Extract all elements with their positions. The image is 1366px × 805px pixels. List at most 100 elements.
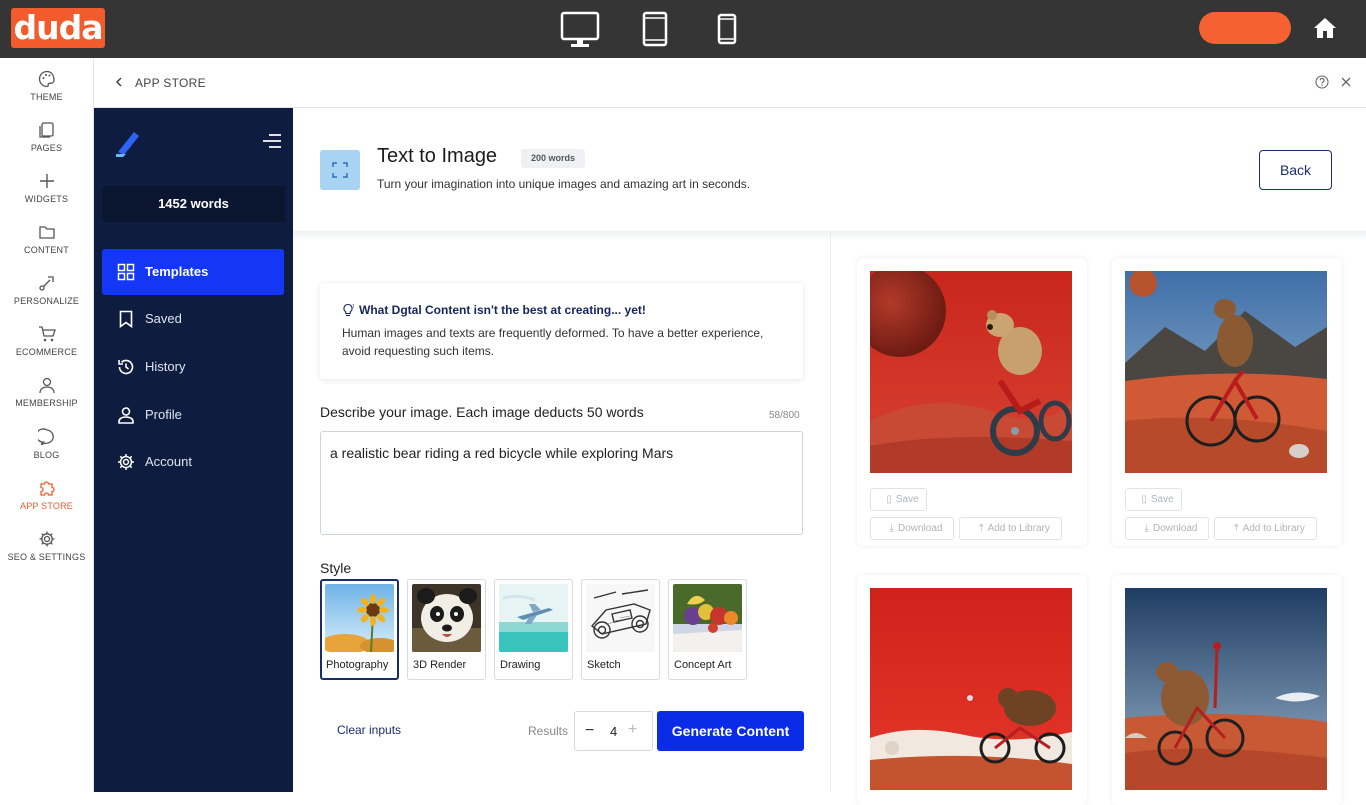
minus-icon[interactable]: − xyxy=(585,722,594,740)
back-button[interactable]: Back xyxy=(1259,150,1332,190)
add-library-label: Add to Library xyxy=(987,523,1050,534)
help-icon[interactable] xyxy=(1315,75,1329,89)
nav-account[interactable]: Account xyxy=(102,439,284,485)
user-icon xyxy=(38,377,55,394)
cost-badge: 200 words xyxy=(521,149,586,168)
clear-inputs-button[interactable]: Clear inputs xyxy=(337,723,401,737)
rail-item-personalize[interactable]: PERSONALIZE xyxy=(0,274,93,322)
add-to-library-button[interactable]: ⤒ Add to Library xyxy=(1214,517,1317,540)
rail-item-blog[interactable]: BLOG xyxy=(0,428,93,476)
rail-label: CONTENT xyxy=(24,245,69,255)
home-icon[interactable] xyxy=(1313,17,1337,39)
results-label: Results xyxy=(528,724,569,738)
results-value[interactable]: 4 xyxy=(610,724,617,739)
tablet-icon[interactable] xyxy=(642,11,668,47)
grid-icon xyxy=(117,263,135,281)
bookmark-icon: ▯ xyxy=(886,494,892,505)
duda-logo[interactable]: duda xyxy=(11,8,105,48)
chat-icon xyxy=(37,428,54,446)
cart-icon xyxy=(38,326,56,342)
mobile-icon[interactable] xyxy=(717,13,737,45)
rail-item-membership[interactable]: MEMBERSHIP xyxy=(0,376,93,424)
rail-item-widgets[interactable]: WIDGETS xyxy=(0,172,93,220)
folder-icon xyxy=(38,226,55,239)
style-label-text: Concept Art xyxy=(674,659,732,671)
rail-label: PAGES xyxy=(30,143,63,153)
concept-art-thumbnail xyxy=(673,584,742,652)
style-label-text: Sketch xyxy=(587,659,621,671)
history-icon xyxy=(118,359,134,375)
results-stepper[interactable]: − 4 + xyxy=(574,711,653,751)
result-image[interactable] xyxy=(870,588,1072,792)
chevron-left-icon[interactable] xyxy=(114,76,124,88)
result-image[interactable] xyxy=(1125,588,1327,792)
upload-icon: ⤒ xyxy=(979,523,984,534)
app-logo-icon xyxy=(116,132,139,157)
result-image[interactable] xyxy=(1125,271,1327,473)
nav-history[interactable]: History xyxy=(102,344,284,390)
download-icon: ⤓ xyxy=(1144,523,1149,534)
add-to-library-button[interactable]: ⤒ Add to Library xyxy=(959,517,1062,540)
gear-icon xyxy=(118,454,134,470)
nav-label: Account xyxy=(145,454,192,469)
plus-icon[interactable]: + xyxy=(628,721,637,739)
nav-profile[interactable]: Profile xyxy=(102,392,284,438)
column-divider xyxy=(830,232,831,792)
rail-label: BLOG xyxy=(33,450,60,460)
rail-item-pages[interactable]: PAGES xyxy=(0,121,93,169)
style-sketch[interactable]: Sketch xyxy=(581,579,660,680)
download-label: Download xyxy=(897,523,943,534)
style-label-text: Drawing xyxy=(500,659,541,671)
style-photography[interactable]: Photography xyxy=(320,579,399,680)
style-3d-render[interactable]: 3D Render xyxy=(407,579,486,680)
generate-content-button[interactable]: Generate Content xyxy=(657,711,804,751)
pages-icon xyxy=(38,122,54,138)
close-icon[interactable] xyxy=(1339,75,1353,89)
breadcrumb-title[interactable]: APP STORE xyxy=(135,76,206,90)
result-card xyxy=(857,575,1087,805)
rail-label: ECOMMERCE xyxy=(15,347,78,357)
sketch-thumbnail xyxy=(586,584,655,652)
describe-label: Describe your image. Each image deducts … xyxy=(320,404,644,420)
nav-label: Profile xyxy=(145,407,182,422)
main-panel: Text to Image 200 words Turn your imagin… xyxy=(293,108,1366,805)
rail-item-content[interactable]: CONTENT xyxy=(0,223,93,271)
rail-item-theme[interactable]: THEME xyxy=(0,70,93,118)
result-card xyxy=(1112,575,1342,805)
add-library-label: Add to Library xyxy=(1242,523,1305,534)
page-subtitle: Turn your imagination into unique images… xyxy=(377,177,751,191)
style-concept-art[interactable]: Concept Art xyxy=(668,579,747,680)
palette-icon xyxy=(38,70,55,88)
word-balance: 1452 words xyxy=(102,186,285,222)
rail-label: PERSONALIZE xyxy=(13,296,80,306)
download-label: Download xyxy=(1152,523,1198,534)
publish-button[interactable] xyxy=(1199,12,1291,44)
gear-icon xyxy=(39,531,54,547)
desktop-icon[interactable] xyxy=(560,11,600,49)
save-button[interactable]: ▯ Save xyxy=(1125,488,1182,511)
rail-label: SEO & SETTINGS xyxy=(7,552,86,562)
download-button[interactable]: ⤓ Download xyxy=(870,517,954,540)
result-image[interactable] xyxy=(870,271,1072,473)
user-icon xyxy=(118,407,134,424)
bookmark-icon: ▯ xyxy=(1141,494,1147,505)
hamburger-menu-icon[interactable] xyxy=(261,133,281,149)
warning-body: Human images and texts are frequently de… xyxy=(342,326,764,358)
rail-item-ecommerce[interactable]: ECOMMERCE xyxy=(0,325,93,373)
result-card: ▯ Save ⤓ Download ⤒ Add to Library xyxy=(1112,258,1342,546)
style-drawing[interactable]: Drawing xyxy=(494,579,573,680)
personalize-icon xyxy=(38,276,54,291)
upload-icon: ⤒ xyxy=(1234,523,1239,534)
rail-item-app-store[interactable]: APP STORE xyxy=(0,479,93,527)
prompt-textarea[interactable]: a realistic bear riding a red bicycle wh… xyxy=(320,431,803,535)
nav-label: History xyxy=(145,359,186,374)
warning-title: What Dgtal Content isn't the best at cre… xyxy=(359,303,646,317)
bookmark-icon xyxy=(119,310,133,328)
nav-templates[interactable]: Templates xyxy=(102,249,284,295)
nav-saved[interactable]: Saved xyxy=(102,296,284,342)
save-button[interactable]: ▯ Save xyxy=(870,488,927,511)
download-button[interactable]: ⤓ Download xyxy=(1125,517,1209,540)
rail-item-seo-settings[interactable]: SEO & SETTINGS xyxy=(0,530,93,578)
puzzle-icon xyxy=(39,481,55,496)
rail-label: MEMBERSHIP xyxy=(15,398,78,408)
